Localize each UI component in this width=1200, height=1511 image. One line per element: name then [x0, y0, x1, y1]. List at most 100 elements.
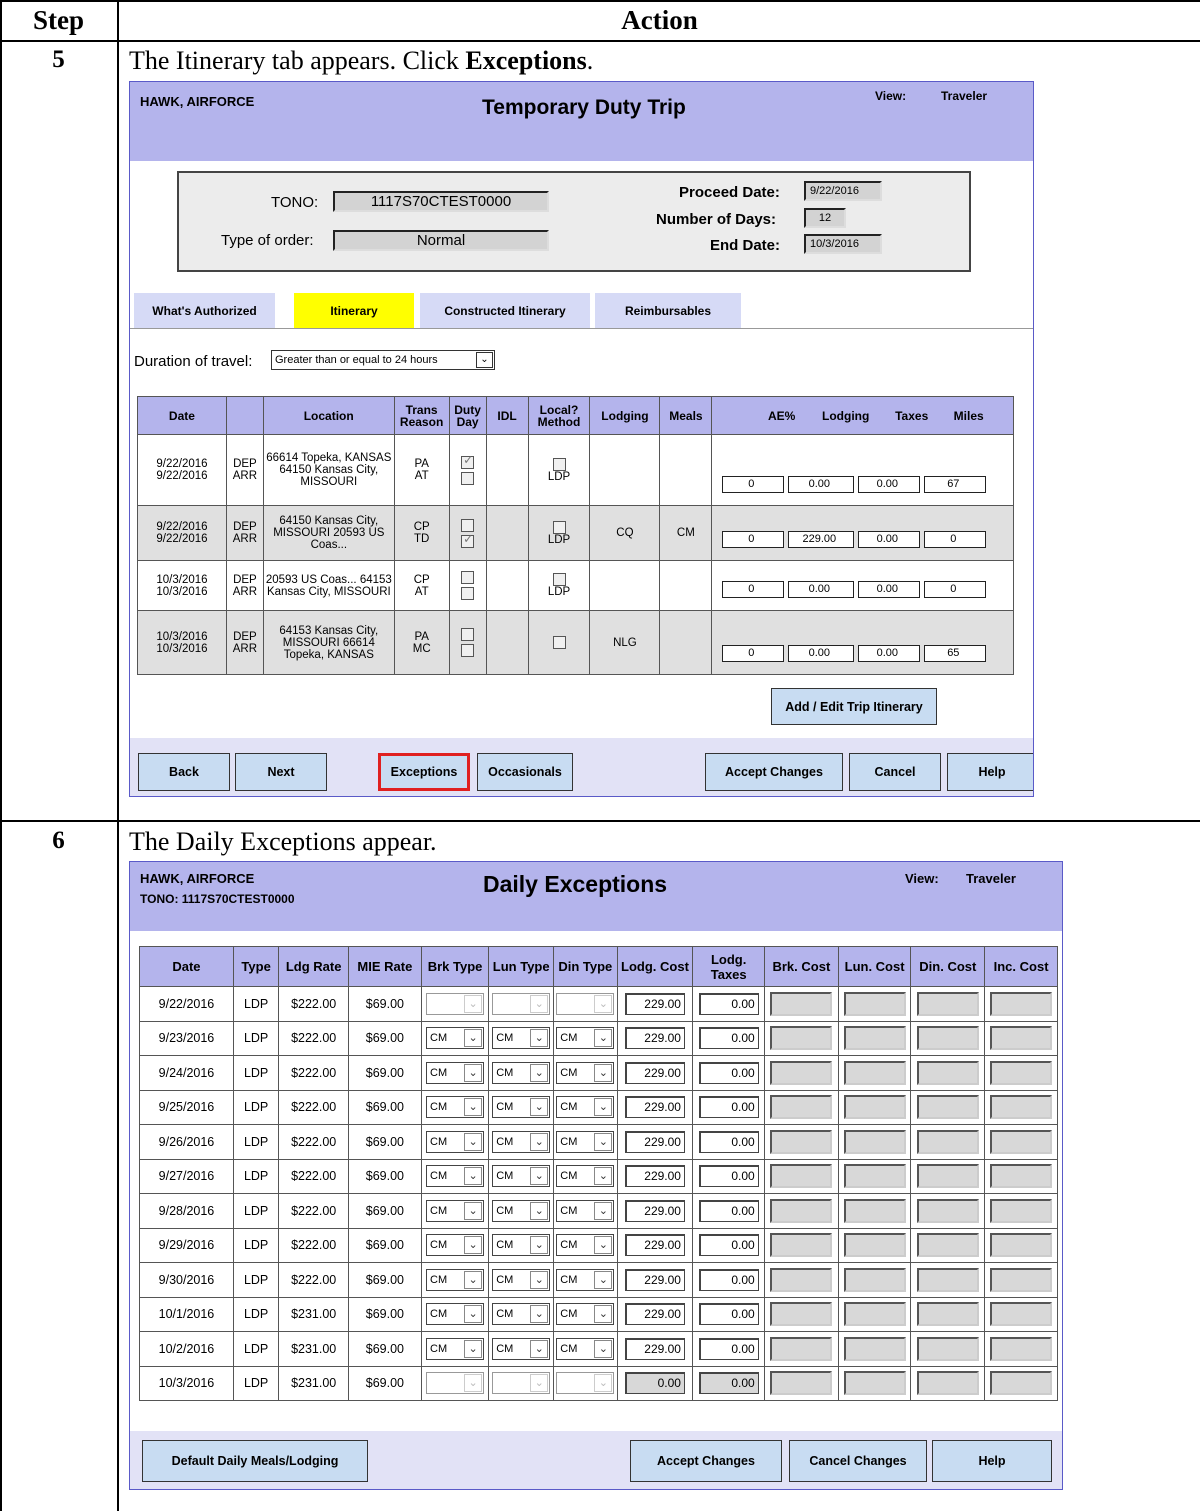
help-button[interactable]: Help: [932, 1440, 1052, 1482]
breakfast-type-select[interactable]: ⌄: [426, 1372, 485, 1395]
breakfast-type-select[interactable]: CM ⌄: [426, 1199, 485, 1222]
duty-day-checkbox[interactable]: [461, 628, 475, 641]
lodging-taxes-input[interactable]: 0.00: [698, 1234, 759, 1257]
lunch-type-select[interactable]: ⌄: [492, 1372, 551, 1395]
lodging-amount-input[interactable]: 0.00: [788, 645, 855, 662]
cancel-changes-button[interactable]: Cancel Changes: [789, 1440, 927, 1482]
lodging-taxes-input[interactable]: 0.00: [698, 992, 759, 1015]
help-button[interactable]: Help: [947, 753, 1033, 791]
dinner-type-select[interactable]: CM ⌄: [556, 1130, 615, 1153]
back-button[interactable]: Back: [138, 753, 230, 791]
tab-constructed-itinerary[interactable]: Constructed Itinerary: [420, 293, 590, 328]
lodging-amount-input[interactable]: 0.00: [788, 581, 855, 598]
dinner-type-select[interactable]: CM ⌄: [556, 1268, 615, 1291]
local-checkbox[interactable]: [552, 636, 566, 649]
dinner-type-select[interactable]: CM ⌄: [556, 1096, 615, 1119]
lodging-taxes-input[interactable]: 0.00: [698, 1337, 759, 1360]
breakfast-type-select[interactable]: CM ⌄: [426, 1234, 485, 1257]
miles-input[interactable]: 0: [924, 531, 987, 548]
miles-input[interactable]: 67: [924, 476, 987, 493]
dinner-type-select[interactable]: CM ⌄: [556, 1165, 615, 1188]
default-meals-lodging-button[interactable]: Default Daily Meals/Lodging: [142, 1440, 368, 1482]
duty-day-checkbox[interactable]: [461, 471, 475, 485]
taxes-input[interactable]: 0.00: [858, 476, 921, 493]
lunch-type-select[interactable]: CM ⌄: [492, 1096, 551, 1119]
duty-day-checkbox[interactable]: [461, 571, 475, 584]
ae-percent-input[interactable]: 0: [722, 531, 785, 548]
tab-itinerary[interactable]: Itinerary: [294, 293, 414, 328]
lunch-type-select[interactable]: CM ⌄: [492, 1165, 551, 1188]
breakfast-type-select[interactable]: CM ⌄: [426, 1027, 485, 1050]
lodging-taxes-input[interactable]: 0.00: [698, 1061, 759, 1084]
lunch-type-select[interactable]: CM ⌄: [492, 1337, 551, 1360]
dinner-type-select[interactable]: CM ⌄: [556, 1303, 615, 1326]
lodging-cost-input[interactable]: 229.00: [624, 1165, 685, 1188]
lunch-type-select[interactable]: CM ⌄: [492, 1303, 551, 1326]
miles-input[interactable]: 0: [924, 581, 987, 598]
lodging-cost-input[interactable]: 229.00: [624, 992, 685, 1015]
breakfast-type-select[interactable]: ⌄: [426, 992, 485, 1015]
duty-day-checkbox[interactable]: [461, 644, 475, 657]
ae-percent-input[interactable]: 0: [722, 645, 785, 662]
duty-day-checkbox[interactable]: [461, 533, 475, 548]
lunch-type-select[interactable]: ⌄: [492, 992, 551, 1015]
lodging-cost-input[interactable]: 229.00: [624, 1199, 685, 1222]
lodging-amount-input[interactable]: 0.00: [788, 476, 855, 493]
dinner-type-select[interactable]: ⌄: [556, 992, 615, 1015]
lodging-taxes-input[interactable]: 0.00: [698, 1165, 759, 1188]
duty-day-checkbox[interactable]: [461, 587, 475, 600]
lodging-cost-input[interactable]: 229.00: [624, 1027, 685, 1050]
tab-whats-authorized[interactable]: What's Authorized: [134, 293, 275, 328]
lodging-cost-input[interactable]: 0.00: [624, 1372, 685, 1395]
dinner-type-select[interactable]: ⌄: [556, 1372, 615, 1395]
breakfast-type-select[interactable]: CM ⌄: [426, 1268, 485, 1291]
dinner-type-select[interactable]: CM ⌄: [556, 1027, 615, 1050]
duration-select[interactable]: Greater than or equal to 24 hours ⌄: [271, 350, 495, 370]
lunch-type-select[interactable]: CM ⌄: [492, 1268, 551, 1291]
cancel-button[interactable]: Cancel: [849, 753, 941, 791]
dinner-type-select[interactable]: CM ⌄: [556, 1234, 615, 1257]
breakfast-type-select[interactable]: CM ⌄: [426, 1337, 485, 1360]
lodging-cost-input[interactable]: 229.00: [624, 1268, 685, 1291]
local-checkbox[interactable]: [552, 520, 566, 534]
accept-changes-button[interactable]: Accept Changes: [630, 1440, 782, 1482]
breakfast-type-select[interactable]: CM ⌄: [426, 1130, 485, 1153]
taxes-input[interactable]: 0.00: [858, 581, 921, 598]
breakfast-type-select[interactable]: CM ⌄: [426, 1061, 485, 1084]
lunch-type-select[interactable]: CM ⌄: [492, 1061, 551, 1084]
breakfast-type-select[interactable]: CM ⌄: [426, 1303, 485, 1326]
lodging-taxes-input[interactable]: 0.00: [698, 1268, 759, 1291]
lodging-taxes-input[interactable]: 0.00: [698, 1372, 759, 1395]
dinner-type-select[interactable]: CM ⌄: [556, 1061, 615, 1084]
breakfast-type-select[interactable]: CM ⌄: [426, 1096, 485, 1119]
duty-day-checkbox[interactable]: [461, 454, 475, 469]
accept-changes-button[interactable]: Accept Changes: [705, 753, 843, 791]
lunch-type-select[interactable]: CM ⌄: [492, 1027, 551, 1050]
lodging-cost-input[interactable]: 229.00: [624, 1096, 685, 1119]
tab-reimbursables[interactable]: Reimbursables: [595, 293, 741, 328]
lodging-taxes-input[interactable]: 0.00: [698, 1096, 759, 1119]
lodging-taxes-input[interactable]: 0.00: [698, 1027, 759, 1050]
lodging-cost-input[interactable]: 229.00: [624, 1130, 685, 1153]
lodging-cost-input[interactable]: 229.00: [624, 1061, 685, 1084]
dinner-type-select[interactable]: CM ⌄: [556, 1337, 615, 1360]
dinner-type-select[interactable]: CM ⌄: [556, 1199, 615, 1222]
exceptions-button[interactable]: Exceptions: [378, 753, 470, 791]
breakfast-type-select[interactable]: CM ⌄: [426, 1165, 485, 1188]
lunch-type-select[interactable]: CM ⌄: [492, 1199, 551, 1222]
ae-percent-input[interactable]: 0: [722, 581, 785, 598]
lunch-type-select[interactable]: CM ⌄: [492, 1234, 551, 1257]
next-button[interactable]: Next: [235, 753, 327, 791]
occasionals-button[interactable]: Occasionals: [477, 753, 573, 791]
duty-day-checkbox[interactable]: [461, 518, 475, 532]
lodging-taxes-input[interactable]: 0.00: [698, 1199, 759, 1222]
taxes-input[interactable]: 0.00: [858, 645, 921, 662]
lodging-cost-input[interactable]: 229.00: [624, 1234, 685, 1257]
add-edit-itinerary-button[interactable]: Add / Edit Trip Itinerary: [771, 688, 937, 725]
lodging-cost-input[interactable]: 229.00: [624, 1303, 685, 1326]
lodging-taxes-input[interactable]: 0.00: [698, 1130, 759, 1153]
local-checkbox[interactable]: [552, 457, 566, 471]
lodging-amount-input[interactable]: 229.00: [788, 531, 855, 548]
local-checkbox[interactable]: [552, 573, 566, 586]
taxes-input[interactable]: 0.00: [858, 531, 921, 548]
